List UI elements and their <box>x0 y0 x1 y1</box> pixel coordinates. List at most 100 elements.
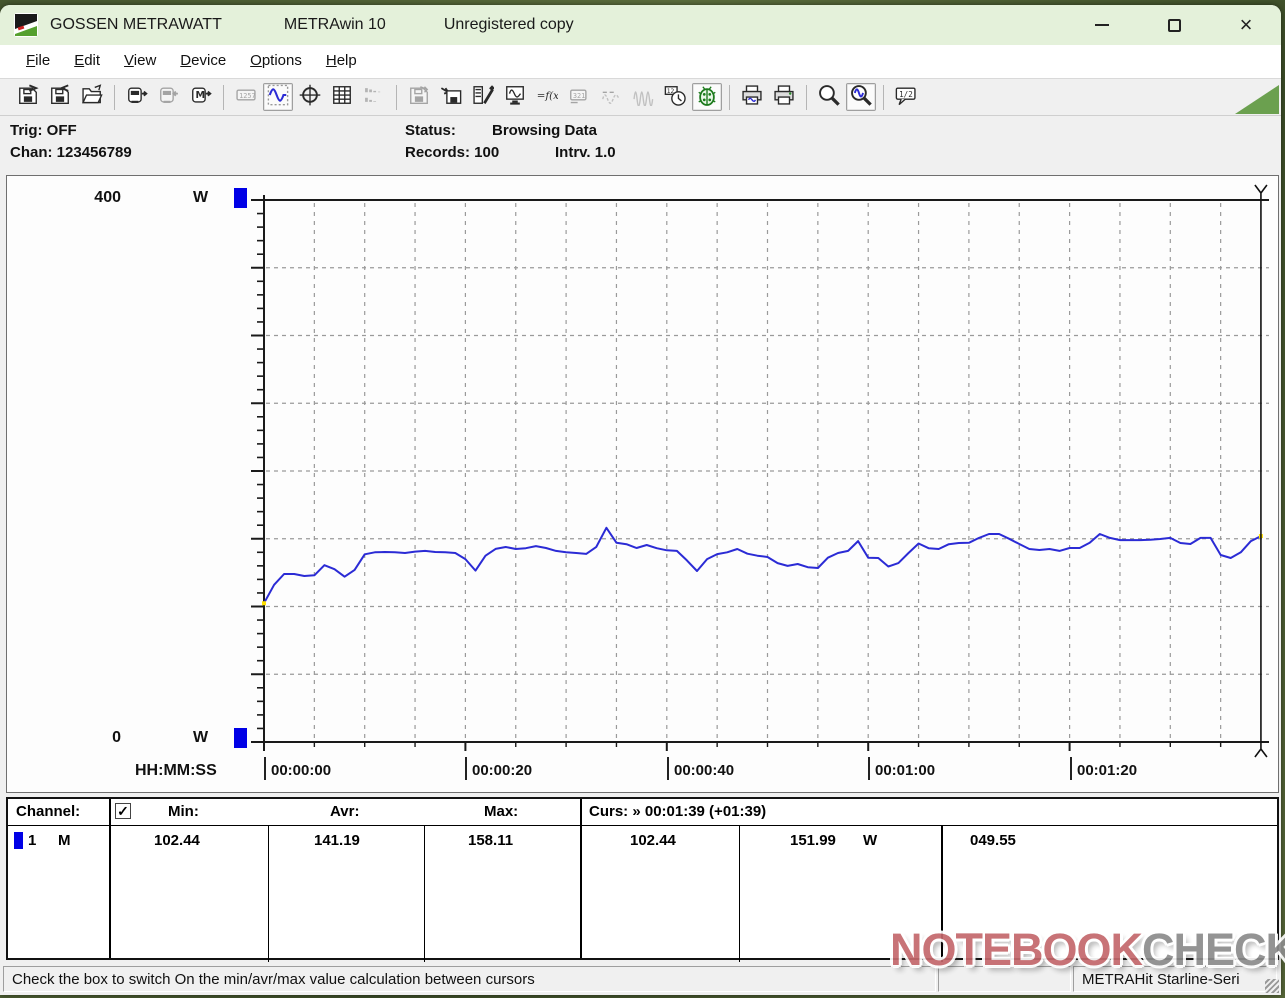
digits-display-button: 321 <box>564 83 594 111</box>
minimize-button[interactable] <box>1079 5 1125 45</box>
time-clock-icon: 12 <box>664 84 686 111</box>
x-tick-label: 00:00:20 <box>472 762 532 779</box>
device-upload-icon <box>158 84 180 111</box>
zoom-time-icon <box>850 84 872 111</box>
x-tick-mark <box>465 757 467 780</box>
x-tick-mark <box>1070 757 1072 780</box>
title-app-name: GOSSEN METRAWATT <box>50 16 222 34</box>
toolbar: M 1257 =f(x) 321 12 1/2 <box>0 78 1281 115</box>
channel-header: Channel: <box>16 803 80 820</box>
menu-item-edit[interactable]: Edit <box>62 48 112 75</box>
toolbar-separator <box>729 85 730 110</box>
status-value: Browsing Data <box>492 122 597 139</box>
formula-button[interactable]: =f(x) <box>532 83 562 111</box>
x-tick-mark <box>868 757 870 780</box>
x-tick-label: 00:01:00 <box>875 762 935 779</box>
zoom-time-button[interactable] <box>846 83 876 111</box>
svg-text:=f(x): =f(x) <box>537 90 558 102</box>
svg-text:1257: 1257 <box>239 91 256 99</box>
time-clock-button[interactable]: 12 <box>660 83 690 111</box>
chan-status: Chan: 123456789 <box>10 144 132 161</box>
close-button[interactable]: × <box>1223 5 1269 45</box>
toolbar-separator <box>114 85 115 110</box>
y-axis-max-label: 400 <box>61 189 121 207</box>
waveform-view-button[interactable] <box>263 83 293 111</box>
monitor-view-button[interactable] <box>500 83 530 111</box>
close-icon: × <box>1240 15 1253 35</box>
menu-item-help[interactable]: Help <box>314 48 369 75</box>
y-axis-unit-top: W <box>193 189 208 207</box>
cursor-unit: W <box>863 832 877 849</box>
y-min-marker[interactable] <box>234 728 247 748</box>
table-divider <box>268 826 269 962</box>
trace-endpoint-marker <box>262 601 266 605</box>
wave-multi-icon <box>632 84 654 111</box>
table-divider <box>941 826 943 962</box>
store-to-disk-button[interactable] <box>436 83 466 111</box>
minimize-icon <box>1095 24 1109 26</box>
zoom-amplitude-button[interactable] <box>814 83 844 111</box>
chart-panel: 400 W 0 W HH:MM:SS 00:00:0000:00:2000:00… <box>6 175 1279 793</box>
x-tick-mark <box>264 757 266 780</box>
device-memory-button[interactable]: M <box>186 83 216 111</box>
table-divider <box>424 826 425 962</box>
scope-view-button[interactable] <box>295 83 325 111</box>
interval-value: Intrv. 1.0 <box>555 144 616 161</box>
svg-text:321: 321 <box>573 91 585 99</box>
annotation-button[interactable]: 1/2 <box>891 83 921 111</box>
channel-color-marker <box>14 832 23 849</box>
print-preview-button[interactable] <box>737 83 767 111</box>
status-info-bar: Trig: OFF Chan: 123456789 Status: Browsi… <box>0 115 1281 173</box>
device-download-icon <box>126 84 148 111</box>
print-button[interactable] <box>769 83 799 111</box>
statusbar-hint: Check the box to switch On the min/avr/m… <box>3 966 936 992</box>
device-upload-button <box>154 83 184 111</box>
file-open-icon <box>81 84 103 111</box>
wave-compare-button <box>596 83 626 111</box>
store-to-disk-icon <box>440 84 462 111</box>
status-label: Status: <box>405 122 456 139</box>
trig-status: Trig: OFF <box>10 122 77 139</box>
debug-bug-button[interactable] <box>692 83 722 111</box>
waveform-view-icon <box>267 84 289 111</box>
device-download-button[interactable] <box>122 83 152 111</box>
file-open-button[interactable] <box>77 83 107 111</box>
statusbar-device: METRAHit Starline-Seri <box>1073 966 1277 992</box>
digits-display-icon: 321 <box>568 84 590 111</box>
table-view-button[interactable] <box>327 83 357 111</box>
app-window: GOSSEN METRAWATT METRAwin 10 Unregistere… <box>0 5 1281 995</box>
avr-value: 141.19 <box>314 832 360 849</box>
minmax-checkbox[interactable]: ✓ <box>115 803 131 819</box>
statusbar-hint-text: Check the box to switch On the min/avr/m… <box>12 971 535 988</box>
svg-text:1/2: 1/2 <box>899 90 913 99</box>
menu-item-options[interactable]: Options <box>238 48 314 75</box>
monitor-view-icon <box>504 84 526 111</box>
channel-number: 1 <box>28 832 36 849</box>
x-tick-label: 00:01:20 <box>1077 762 1137 779</box>
annotation-icon: 1/2 <box>895 84 917 111</box>
device-settings-button[interactable] <box>468 83 498 111</box>
cursor-header: Curs: » 00:01:39 (+01:39) <box>589 803 766 820</box>
cursor-min-value: 102.44 <box>630 832 676 849</box>
y-max-marker[interactable] <box>234 188 247 208</box>
formula-icon: =f(x) <box>536 84 558 111</box>
table-view-icon <box>331 84 353 111</box>
status-bar: Check the box to switch On the min/avr/m… <box>0 963 1281 995</box>
title-register-status: Unregistered copy <box>444 16 574 34</box>
statusbar-device-text: METRAHit Starline-Seri <box>1082 971 1240 988</box>
maximize-button[interactable] <box>1151 5 1197 45</box>
min-header: Min: <box>168 803 199 820</box>
svg-text:M: M <box>196 89 206 100</box>
resize-grip[interactable] <box>1265 979 1279 993</box>
file-save-export-button[interactable] <box>13 83 43 111</box>
menu-item-device[interactable]: Device <box>168 48 238 75</box>
numeric-display-icon: 1257 <box>235 84 257 111</box>
menu-item-file[interactable]: File <box>14 48 62 75</box>
power-chart[interactable] <box>7 176 1278 792</box>
file-save-import-button[interactable] <box>45 83 75 111</box>
x-axis-format-label: HH:MM:SS <box>135 762 217 780</box>
avr-header: Avr: <box>330 803 359 820</box>
histogram-view-icon <box>363 84 385 111</box>
y-axis-unit-bottom: W <box>193 729 208 747</box>
menu-item-view[interactable]: View <box>112 48 168 75</box>
